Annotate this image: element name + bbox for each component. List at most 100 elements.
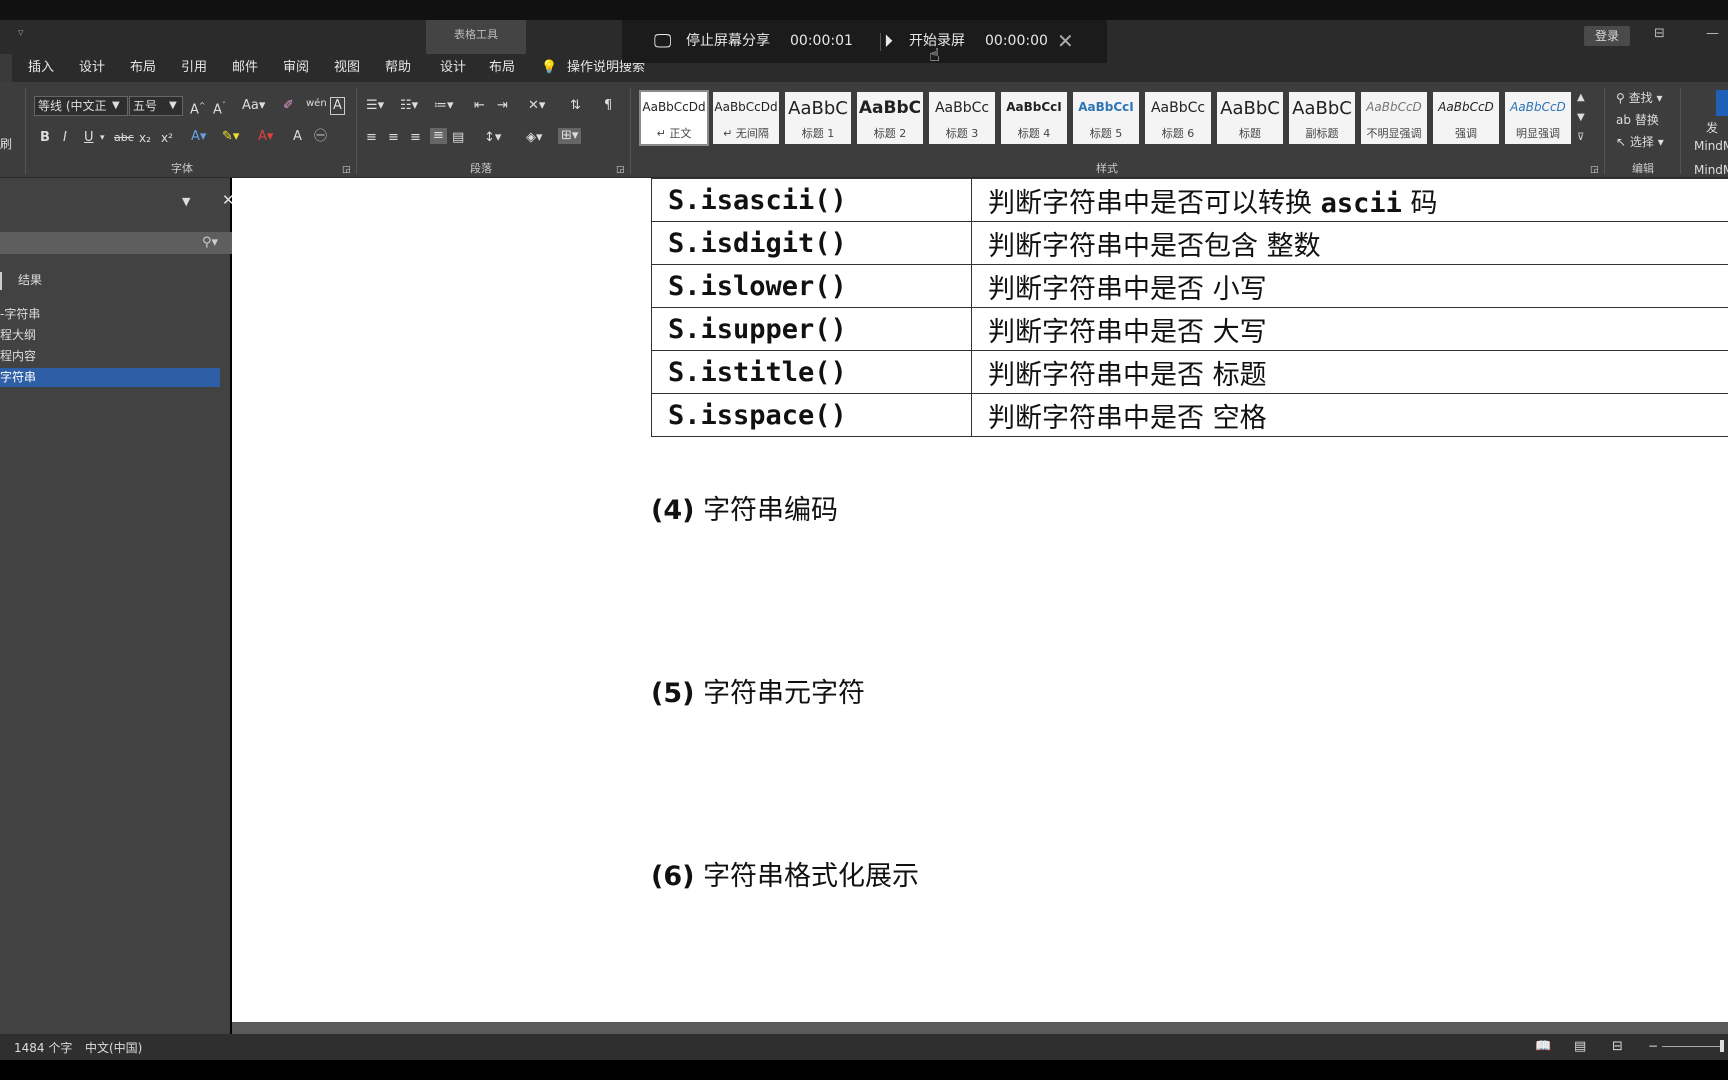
font-name-dropdown-icon[interactable]: ▼ (112, 98, 120, 114)
method-cell[interactable]: S.isascii() (651, 178, 972, 222)
style-subtitle[interactable]: AaBbC 副标题 (1289, 92, 1355, 144)
tab-references[interactable]: 引用 (181, 54, 207, 82)
zoom-slider[interactable] (1662, 1046, 1722, 1047)
show-marks-icon[interactable]: ¶ (604, 98, 612, 114)
style-heading-3[interactable]: AaBbCc 标题 3 (929, 92, 995, 144)
increase-indent-icon[interactable]: ⇥ (497, 98, 508, 114)
section-heading-5[interactable]: (5) 字符串元字符 (651, 671, 865, 710)
font-dialog-launcher-icon[interactable]: ◲ (342, 162, 351, 178)
method-cell[interactable]: S.isspace() (651, 393, 972, 437)
print-layout-icon[interactable]: ▤ (1574, 1039, 1586, 1054)
method-cell[interactable]: S.istitle() (651, 350, 972, 394)
section-heading-6[interactable]: (6) 字符串格式化展示 (651, 854, 919, 893)
align-center-icon[interactable]: ≡ (388, 130, 399, 146)
align-left-icon[interactable]: ≡ (366, 130, 377, 146)
style-intense-emphasis[interactable]: AaBbCcD 明显强调 (1505, 92, 1571, 144)
style-title[interactable]: AaBbC 标题 (1217, 92, 1283, 144)
gallery-down-icon[interactable]: ▼ (1577, 110, 1585, 126)
style-subtle-emphasis[interactable]: AaBbCcD 不明显强调 (1361, 92, 1427, 144)
enclose-characters-icon[interactable]: ㊀ (314, 129, 327, 145)
change-case-icon[interactable]: Aa▾ (242, 98, 265, 114)
style-normal[interactable]: AaBbCcDd ↵ 正文 (639, 90, 709, 146)
tab-table-layout[interactable]: 布局 (489, 54, 515, 82)
strikethrough-icon[interactable]: abc (114, 130, 134, 146)
text-effects-icon[interactable]: A▾ (191, 129, 206, 145)
section-heading-4[interactable]: (4) 字符串编码 (651, 488, 838, 527)
distributed-icon[interactable]: ▤ (452, 130, 464, 146)
description-cell[interactable]: 判断字符串中是否 标题 (971, 350, 1728, 394)
nav-tab-results[interactable]: 结果 (18, 272, 42, 288)
zoom-out-icon[interactable]: − (1648, 1039, 1658, 1053)
gallery-more-icon[interactable]: ⊽ (1577, 130, 1584, 146)
replace-button[interactable]: ab 替换 (1616, 112, 1659, 128)
style-no-spacing[interactable]: AaBbCcDd ↵ 无间隔 (713, 92, 779, 144)
nav-search-input[interactable]: ⚲▾ (0, 232, 232, 254)
multilevel-list-icon[interactable]: ≔▾ (434, 98, 454, 114)
minimize-icon[interactable]: — (1706, 26, 1719, 41)
sort-icon[interactable]: ⇅ (570, 98, 581, 114)
bold-icon[interactable]: B (40, 130, 50, 146)
styles-dialog-launcher-icon[interactable]: ◲ (1590, 162, 1599, 178)
tab-design[interactable]: 设计 (79, 54, 105, 82)
close-share-bar-icon[interactable]: ✕ (1057, 20, 1074, 63)
superscript-icon[interactable]: x² (161, 130, 173, 146)
font-color-icon[interactable]: A▾ (258, 129, 273, 145)
ribbon-display-options-icon[interactable]: ⊟ (1654, 26, 1665, 41)
align-right-icon[interactable]: ≡ (410, 130, 421, 146)
tab-view[interactable]: 视图 (334, 54, 360, 82)
select-button[interactable]: ↖ 选择 ▾ (1616, 134, 1664, 150)
method-cell[interactable]: S.isupper() (651, 307, 972, 351)
bullets-icon[interactable]: ☰▾ (366, 98, 384, 114)
stop-share-button[interactable]: 停止屏幕分享 (686, 20, 770, 63)
quick-access-dropdown-icon[interactable]: ▿ (18, 26, 24, 39)
read-mode-icon[interactable]: 📖 (1535, 1039, 1551, 1054)
description-cell[interactable]: 判断字符串中是否 空格 (971, 393, 1728, 437)
line-spacing-icon[interactable]: ↕▾ (484, 130, 501, 146)
paragraph-dialog-launcher-icon[interactable]: ◲ (616, 162, 625, 178)
description-cell[interactable]: 判断字符串中是否包含 整数 (971, 221, 1728, 265)
pane-options-icon[interactable]: ▼ (182, 194, 190, 210)
decrease-indent-icon[interactable]: ⇤ (474, 98, 485, 114)
character-border-icon[interactable]: A (330, 97, 345, 115)
tab-review[interactable]: 审阅 (283, 54, 309, 82)
style-emphasis[interactable]: AaBbCcD 强调 (1433, 92, 1499, 144)
nav-heading-item[interactable]: -字符串 (0, 305, 220, 324)
italic-icon[interactable]: I (63, 130, 67, 146)
shrink-font-icon[interactable]: Aˇ (213, 98, 226, 118)
justify-icon[interactable]: ≡ (430, 128, 447, 144)
phonetic-guide-icon[interactable]: wén (306, 96, 327, 112)
tab-insert[interactable]: 插入 (28, 54, 54, 82)
grow-font-icon[interactable]: A^ (190, 98, 206, 118)
mindmap-addin-icon[interactable] (1716, 90, 1728, 116)
style-heading-4[interactable]: AaBbCcI 标题 4 (1001, 92, 1067, 144)
tab-mailings[interactable]: 邮件 (232, 54, 258, 82)
web-layout-icon[interactable]: ⊟ (1612, 1039, 1623, 1054)
nav-heading-item[interactable]: 程大纲 (0, 326, 220, 345)
style-heading-5[interactable]: AaBbCcI 标题 5 (1073, 92, 1139, 144)
underline-icon[interactable]: U (84, 130, 94, 146)
document-page[interactable]: S.isascii() 判断字符串中是否可以转换 ascii 码 S.isdig… (232, 178, 1728, 1022)
zoom-slider-thumb[interactable] (1720, 1040, 1724, 1052)
horizontal-scrollbar[interactable] (232, 1022, 1728, 1034)
clear-formatting-icon[interactable]: ✐ (283, 98, 294, 114)
find-button[interactable]: ⚲ 查找 ▾ (1616, 90, 1662, 106)
underline-dropdown-icon[interactable]: ▾ (100, 130, 105, 146)
tab-layout[interactable]: 布局 (130, 54, 156, 82)
word-count[interactable]: 1484 个字 (14, 1039, 72, 1056)
font-size-dropdown-icon[interactable]: ▼ (169, 98, 177, 114)
search-icon[interactable]: ⚲▾ (202, 235, 218, 251)
method-cell[interactable]: S.isdigit() (651, 221, 972, 265)
tab-help[interactable]: 帮助 (385, 54, 411, 82)
style-heading-1[interactable]: AaBbC 标题 1 (785, 92, 851, 144)
gallery-up-icon[interactable]: ▲ (1577, 90, 1585, 106)
language-indicator[interactable]: 中文(中国) (85, 1039, 142, 1056)
login-button[interactable]: 登录 (1584, 26, 1630, 46)
style-heading-2[interactable]: AaBbC 标题 2 (857, 92, 923, 144)
tab-table-design[interactable]: 设计 (440, 54, 466, 82)
subscript-icon[interactable]: x₂ (139, 130, 151, 146)
shading-icon[interactable]: ◈▾ (526, 130, 543, 146)
numbering-icon[interactable]: ☷▾ (400, 98, 418, 114)
nav-heading-item[interactable]: 程内容 (0, 347, 220, 366)
style-heading-6[interactable]: AaBbCc 标题 6 (1145, 92, 1211, 144)
record-play-icon[interactable]: ⏵ (884, 20, 893, 63)
